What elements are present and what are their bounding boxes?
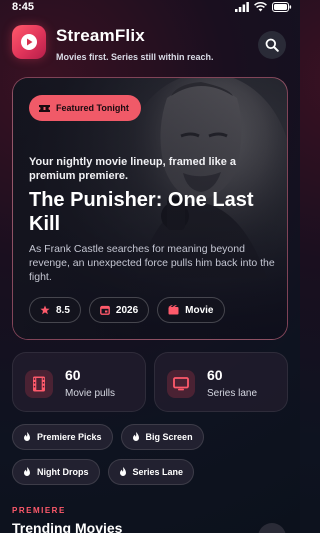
tag-label: Big Screen bbox=[145, 432, 193, 442]
signal-icon bbox=[235, 2, 249, 12]
tag-row: Premiere Picks Big Screen bbox=[12, 424, 204, 450]
series-lane-label: Series lane bbox=[207, 388, 258, 399]
app-header: StreamFlix Movies first. Series still wi… bbox=[12, 25, 288, 65]
star-icon bbox=[40, 305, 50, 315]
ticket-icon bbox=[39, 104, 50, 112]
featured-badge: Featured Tonight bbox=[29, 95, 141, 121]
hero-meta-chips: 8.5 2026 Movie bbox=[29, 297, 225, 323]
featured-badge-label: Featured Tonight bbox=[56, 103, 129, 113]
tag-series-lane[interactable]: Series Lane bbox=[107, 459, 195, 485]
tag-label: Premiere Picks bbox=[37, 432, 102, 442]
tag-label: Night Drops bbox=[37, 467, 89, 477]
tag-row: Night Drops Series Lane bbox=[12, 459, 195, 485]
stat-icon-bg bbox=[25, 370, 53, 398]
series-lane-card[interactable]: 60 Series lane bbox=[154, 352, 288, 412]
stat-icon-bg bbox=[167, 370, 195, 398]
hero-kicker: Your nightly movie lineup, framed like a… bbox=[29, 156, 237, 182]
section-title: Trending Movies bbox=[12, 520, 123, 533]
year-value: 2026 bbox=[115, 304, 139, 316]
hero-description: As Frank Castle searches for meaning bey… bbox=[29, 243, 275, 283]
movie-pulls-count: 60 bbox=[65, 367, 81, 383]
app-title: StreamFlix bbox=[56, 26, 145, 45]
featured-hero-card[interactable]: Featured Tonight Your nightly movie line… bbox=[12, 77, 288, 340]
calendar-icon bbox=[100, 305, 110, 315]
section-more-button[interactable] bbox=[258, 523, 286, 533]
section-kicker: PREMIERE bbox=[12, 506, 66, 515]
status-icons bbox=[235, 2, 292, 12]
rating-value: 8.5 bbox=[56, 304, 70, 316]
rating-chip: 8.5 bbox=[29, 297, 81, 323]
year-chip: 2026 bbox=[88, 297, 150, 323]
status-time: 8:45 bbox=[12, 1, 35, 13]
tag-big-screen[interactable]: Big Screen bbox=[120, 424, 204, 450]
flame-icon bbox=[132, 432, 139, 441]
film-icon bbox=[168, 305, 179, 315]
search-icon bbox=[265, 38, 279, 52]
search-button[interactable] bbox=[258, 31, 286, 59]
battery-icon bbox=[272, 2, 292, 12]
hero-title: The Punisher: One Last Kill bbox=[29, 189, 254, 235]
movie-pulls-card[interactable]: 60 Movie pulls bbox=[12, 352, 146, 412]
tag-label: Series Lane bbox=[132, 467, 184, 477]
app-logo[interactable] bbox=[12, 25, 46, 59]
flame-icon bbox=[119, 467, 126, 476]
tv-icon bbox=[173, 377, 189, 391]
type-chip: Movie bbox=[157, 297, 225, 323]
film-strip-icon bbox=[33, 376, 45, 392]
status-bar: 8:45 bbox=[0, 0, 300, 16]
flame-icon bbox=[24, 432, 30, 441]
flame-icon bbox=[24, 467, 30, 476]
series-lane-count: 60 bbox=[207, 367, 223, 383]
tag-premiere-picks[interactable]: Premiere Picks bbox=[12, 424, 113, 450]
tag-night-drops[interactable]: Night Drops bbox=[12, 459, 100, 485]
movie-pulls-label: Movie pulls bbox=[65, 388, 116, 399]
type-value: Movie bbox=[185, 304, 214, 316]
app-tagline: Movies first. Series still within reach. bbox=[56, 52, 214, 62]
play-icon bbox=[21, 34, 37, 50]
wifi-icon bbox=[254, 2, 267, 12]
